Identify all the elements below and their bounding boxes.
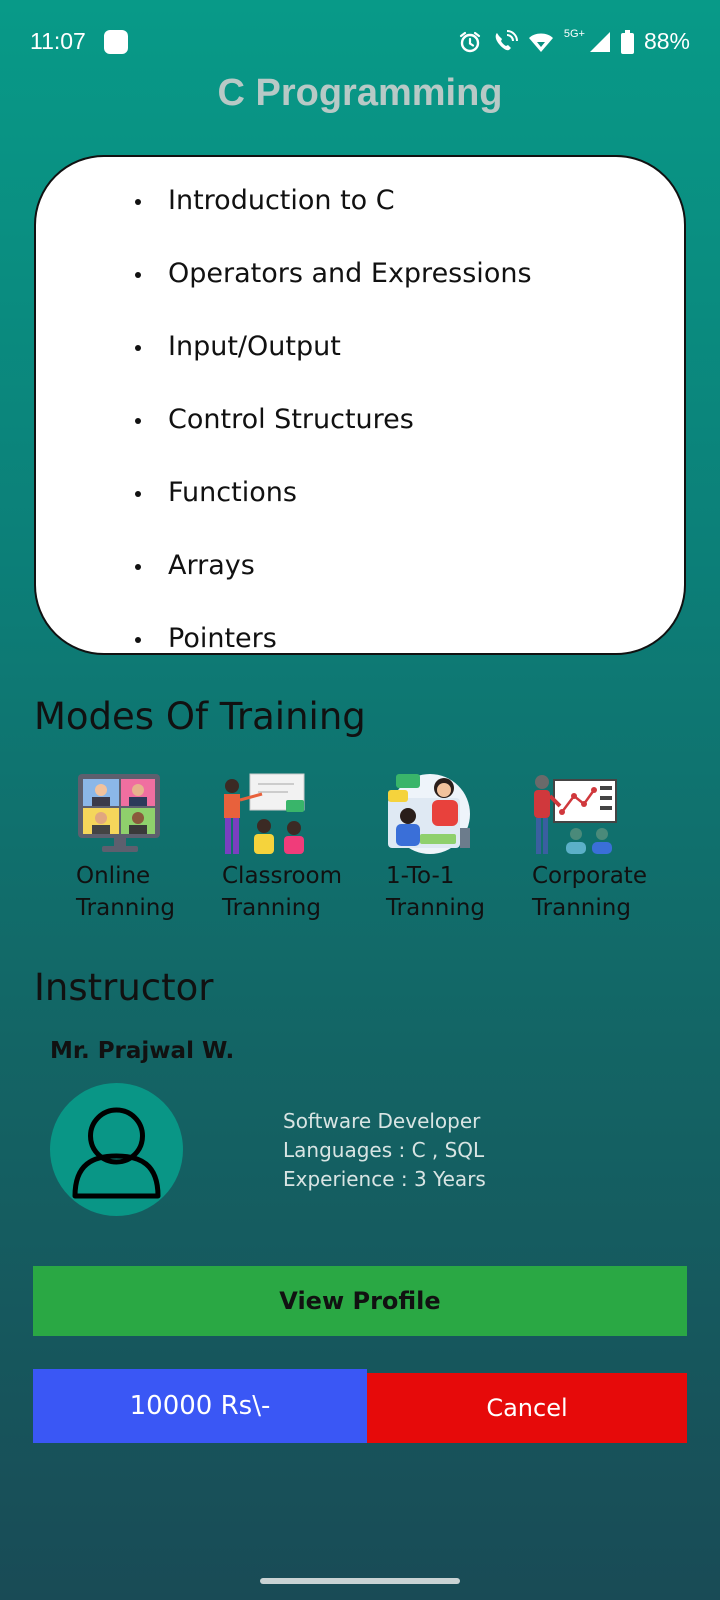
instructor-details: Software Developer Languages : C , SQL E…	[283, 1107, 486, 1194]
topics-list: Introduction to C Operators and Expressi…	[36, 183, 684, 653]
mode-classroom[interactable]: Classroom Tranning	[222, 772, 362, 924]
mode-corporate[interactable]: Corporate Tranning	[532, 772, 672, 924]
battery-percent: 88%	[643, 28, 690, 54]
modes-heading: Modes Of Training	[34, 695, 366, 738]
avatar	[50, 1083, 183, 1216]
home-indicator[interactable]	[260, 1578, 460, 1584]
mode-label: 1-To-1 Tranning	[386, 863, 485, 921]
notification-icon	[104, 30, 128, 54]
mode-one-to-one[interactable]: 1-To-1 Tranning	[386, 772, 526, 924]
corporate-presentation-icon	[534, 775, 617, 854]
network-type: 5G+	[563, 27, 585, 40]
topic-item: Operators and Expressions	[36, 256, 684, 329]
signal-icon	[589, 31, 610, 52]
topic-item: Introduction to C	[36, 183, 684, 256]
instructor-name: Mr. Prajwal W.	[50, 1038, 235, 1064]
status-time: 11:07	[30, 28, 86, 54]
topics-card[interactable]: Introduction to C Operators and Expressi…	[34, 155, 686, 655]
instructor-role: Software Developer	[283, 1109, 481, 1133]
mode-label: Online Tranning	[76, 863, 175, 921]
instructor-heading: Instructor	[34, 966, 214, 1009]
status-icons: 5G+ 88%	[458, 28, 690, 55]
instructor-languages: Languages : C , SQL	[283, 1138, 485, 1162]
battery-icon	[620, 29, 634, 54]
classroom-icon	[224, 773, 305, 854]
wifi-call-icon	[495, 29, 518, 50]
topic-item: Input/Output	[36, 329, 684, 402]
modes-row: Online Tranning Classroom Tranning 1-To-…	[0, 772, 720, 932]
topic-item: Arrays	[36, 548, 684, 621]
mode-label: Corporate Tranning	[532, 863, 647, 921]
wifi-icon	[528, 33, 553, 52]
cancel-button[interactable]: Cancel	[367, 1373, 687, 1443]
view-profile-button[interactable]: View Profile	[33, 1266, 687, 1336]
user-avatar-icon	[72, 1107, 161, 1199]
one-to-one-icon	[388, 774, 470, 854]
mode-label: Classroom Tranning	[222, 863, 343, 921]
alarm-icon	[459, 31, 480, 52]
price-button[interactable]: 10000 Rs\-	[33, 1369, 367, 1443]
page-title: C Programming	[217, 72, 503, 114]
topic-item: Functions	[36, 475, 684, 548]
instructor-experience: Experience : 3 Years	[283, 1167, 486, 1191]
topic-item: Pointers	[36, 621, 684, 653]
topic-item: Control Structures	[36, 402, 684, 475]
mode-online[interactable]: Online Tranning	[76, 772, 216, 924]
video-conference-icon	[78, 774, 160, 852]
